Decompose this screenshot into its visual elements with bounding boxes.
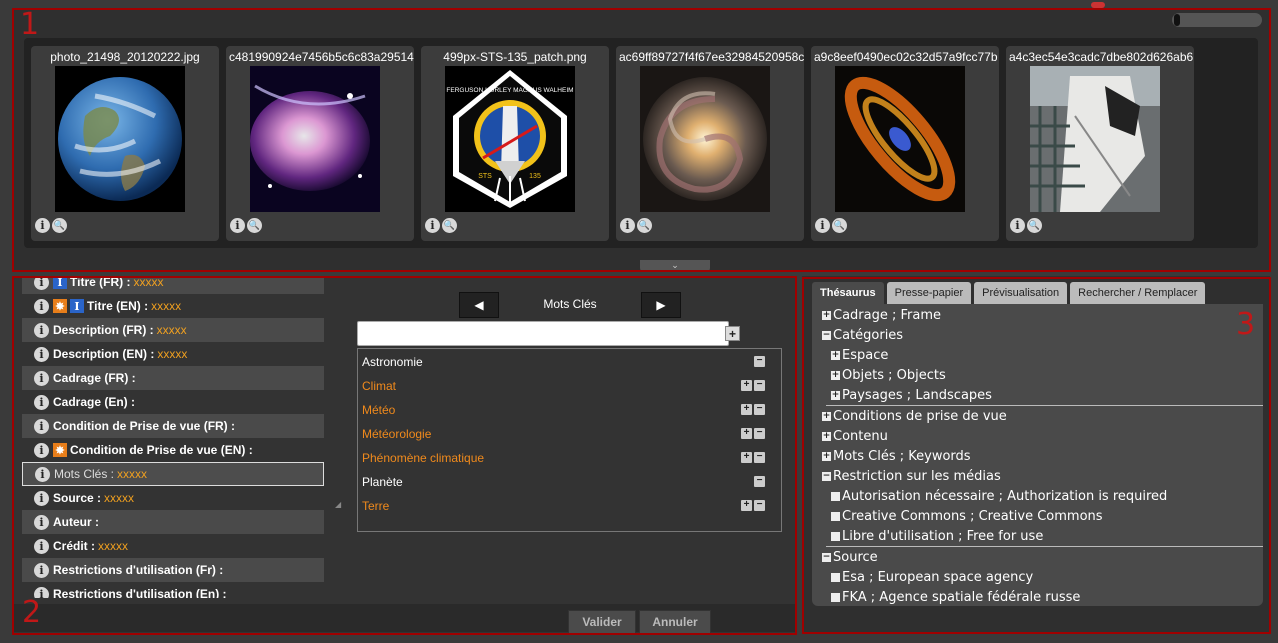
region-3-outline bbox=[802, 277, 1271, 634]
region-2-label: 2 bbox=[22, 595, 42, 630]
region-1-outline bbox=[12, 8, 1271, 272]
region-1-label: 1 bbox=[20, 7, 40, 42]
region-2-outline bbox=[12, 276, 797, 635]
region-3-label: 3 bbox=[1236, 307, 1256, 342]
